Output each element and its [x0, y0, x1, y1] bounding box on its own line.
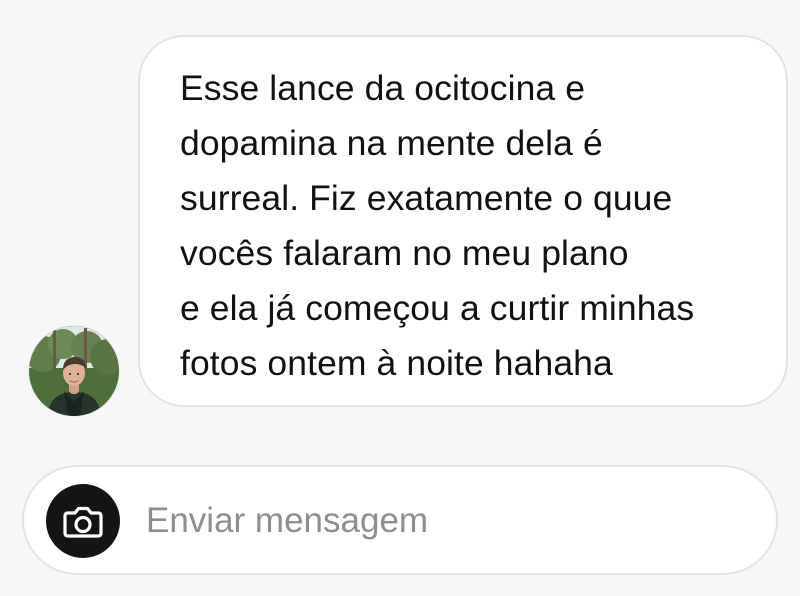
message-line: dopamina na mente dela é	[180, 123, 603, 163]
message-input[interactable]	[146, 491, 746, 551]
camera-button[interactable]	[46, 484, 120, 558]
message-line: fotos ontem à noite hahaha	[180, 343, 613, 383]
message-composer	[22, 465, 778, 575]
message-text: Esse lance da ocitocina e dopamina na me…	[180, 61, 780, 391]
message-line: surreal. Fiz exatamente o quue	[180, 178, 673, 218]
message-line: Esse lance da ocitocina e	[180, 68, 586, 108]
message-line: vocês falaram no meu plano	[180, 233, 629, 273]
sender-avatar[interactable]	[29, 326, 119, 416]
user-avatar-icon	[29, 326, 119, 416]
message-line: e ela já começou a curtir minhas	[180, 288, 695, 328]
received-message-bubble[interactable]: Esse lance da ocitocina e dopamina na me…	[138, 35, 788, 407]
camera-icon	[63, 506, 103, 538]
